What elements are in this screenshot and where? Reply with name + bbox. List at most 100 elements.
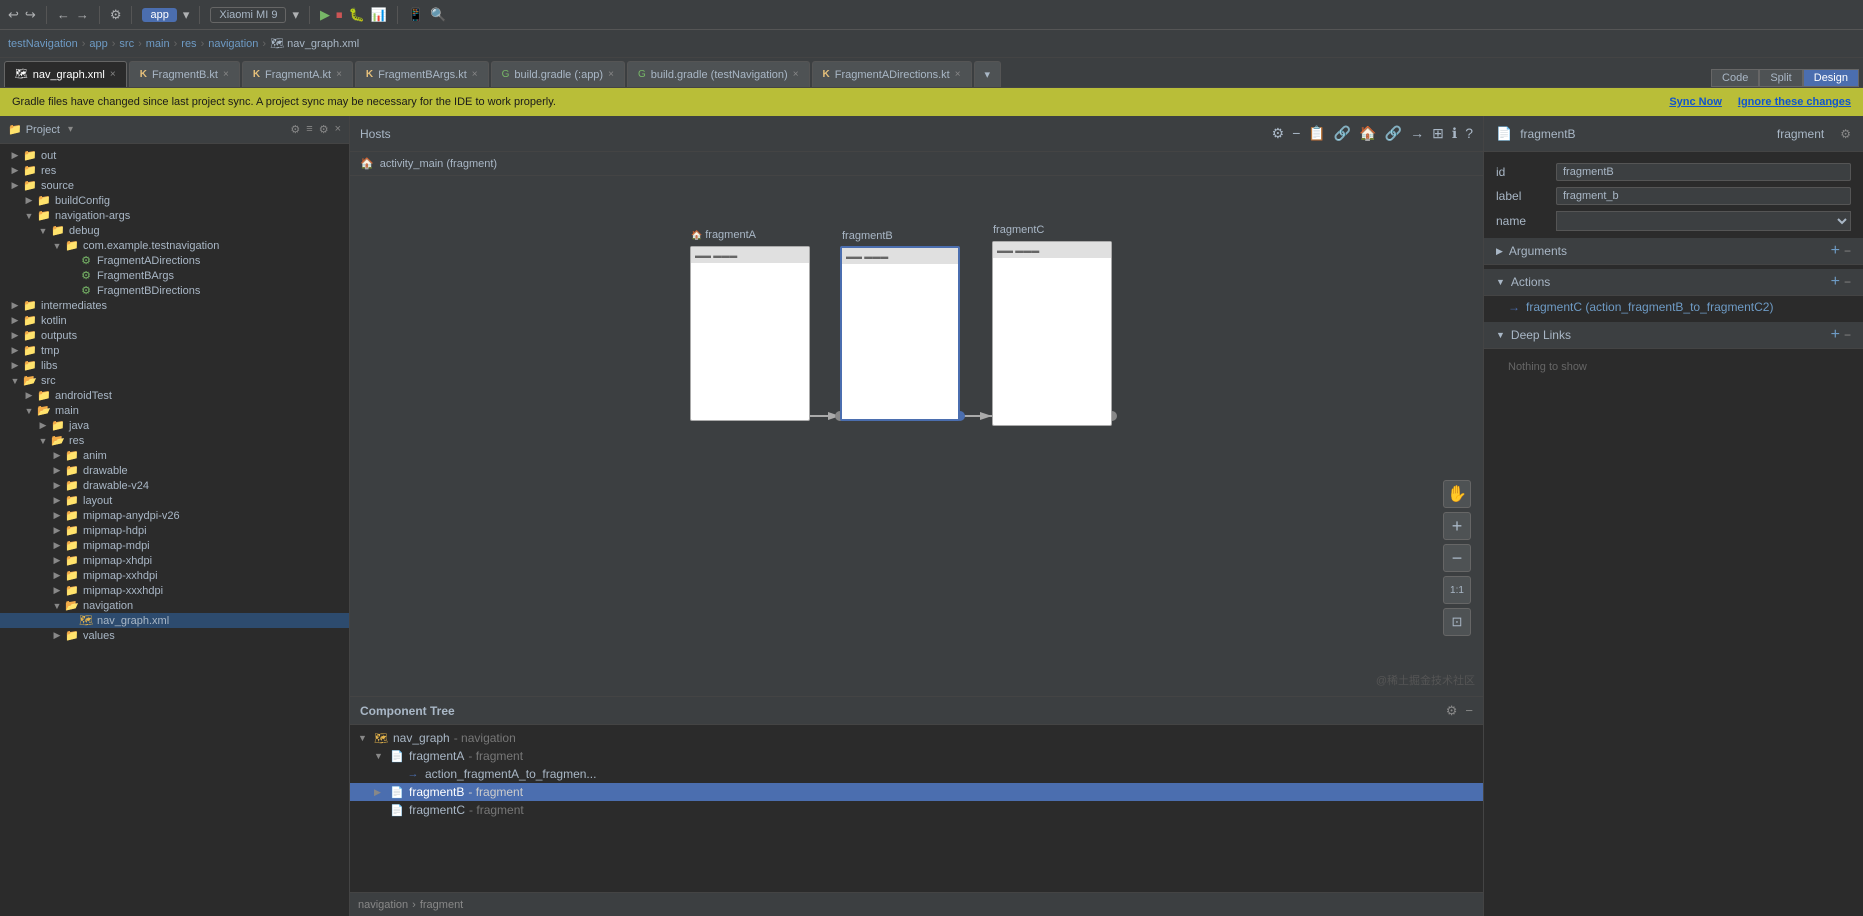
sidebar-item-main[interactable]: ▼ 📂 main [0, 403, 349, 418]
tab-build-nav[interactable]: G build.gradle (testNavigation) × [627, 61, 810, 87]
panel-minimize-icon[interactable]: − [1465, 703, 1473, 719]
toolbar-icon-2[interactable]: ↪ [25, 7, 36, 23]
attr-input-label[interactable] [1556, 187, 1851, 205]
canvas-expand-icon[interactable]: ⊞ [1432, 125, 1444, 142]
tab-close-fragmentA[interactable]: × [336, 69, 342, 80]
sidebar-item-fragmentBDirections[interactable]: ⚙ FragmentBDirections [0, 283, 349, 298]
fragment-node-B[interactable]: fragmentB ▬▬ ▬▬▬ [840, 246, 960, 421]
sidebar-item-mipmap-xhdpi[interactable]: ▶ 📁 mipmap-xhdpi [0, 553, 349, 568]
tab-fragmentB[interactable]: K FragmentB.kt × [129, 61, 240, 87]
sidebar-dropdown[interactable]: ▾ [68, 124, 73, 135]
toolbar-icon-chevron[interactable]: ▾ [183, 7, 190, 23]
sidebar-item-buildConfig[interactable]: ▶ 📁 buildConfig [0, 193, 349, 208]
device-manager-icon[interactable]: 📱 [408, 7, 424, 23]
sidebar-icon-gear2[interactable]: ≡ [306, 123, 312, 136]
sidebar-item-navigation[interactable]: ▼ 📂 navigation [0, 598, 349, 613]
search-icon[interactable]: 🔍 [430, 7, 446, 23]
fragment-node-C[interactable]: fragmentC ▬▬ ▬▬▬ [992, 241, 1112, 426]
tab-close-nav[interactable]: × [110, 69, 116, 80]
sidebar-item-kotlin[interactable]: ▶ 📁 kotlin [0, 313, 349, 328]
panel-settings-icon[interactable]: ⚙ [1446, 703, 1458, 719]
view-split-btn[interactable]: Split [1759, 69, 1802, 87]
sidebar-icon-settings[interactable]: ⚙ [319, 123, 329, 136]
sync-now-link[interactable]: Sync Now [1669, 96, 1722, 108]
device-badge[interactable]: Xiaomi MI 9 [210, 7, 286, 23]
canvas-arrow-icon[interactable]: → [1410, 125, 1424, 142]
canvas-home-icon[interactable]: 🏠 [1359, 125, 1376, 142]
sidebar-item-layout[interactable]: ▶ 📁 layout [0, 493, 349, 508]
view-design-btn[interactable]: Design [1803, 69, 1859, 87]
sidebar-item-mipmap-hdpi[interactable]: ▶ 📁 mipmap-hdpi [0, 523, 349, 538]
action-item-fragmentC[interactable]: → fragmentC (action_fragmentB_to_fragmen… [1484, 296, 1863, 318]
section-deep-links[interactable]: ▼ Deep Links + − [1484, 322, 1863, 349]
sidebar-item-libs[interactable]: ▶ 📁 libs [0, 358, 349, 373]
panel-item-fragmentC[interactable]: 📄 fragmentC - fragment [350, 801, 1483, 819]
sidebar-item-androidTest[interactable]: ▶ 📁 androidTest [0, 388, 349, 403]
panel-item-nav-graph[interactable]: ▼ 🗺 nav_graph - navigation [350, 729, 1483, 747]
sidebar-item-mipmap-anydpi[interactable]: ▶ 📁 mipmap-anydpi-v26 [0, 508, 349, 523]
zoom-plus-button[interactable]: + [1443, 512, 1471, 540]
attr-input-id[interactable] [1556, 163, 1851, 181]
sidebar-item-nav-args[interactable]: ▼ 📁 navigation-args [0, 208, 349, 223]
args-minus-button[interactable]: − [1844, 244, 1851, 258]
sidebar-item-fragmentADirections[interactable]: ⚙ FragmentADirections [0, 253, 349, 268]
breadcrumb-src[interactable]: src [119, 38, 134, 50]
zoom-reset-button[interactable]: 1:1 [1443, 576, 1471, 604]
section-actions[interactable]: ▼ Actions + − [1484, 269, 1863, 296]
device-chevron[interactable]: ▾ [292, 7, 299, 23]
attrs-settings-icon[interactable]: ⚙ [1840, 127, 1851, 141]
tab-build-app[interactable]: G build.gradle (:app) × [491, 61, 625, 87]
tab-close-build-app[interactable]: × [608, 69, 614, 80]
breadcrumb-res[interactable]: res [181, 38, 196, 50]
profile-button[interactable]: 📊 [371, 7, 387, 23]
toolbar-icon-gear[interactable]: ⚙ [110, 7, 122, 23]
tab-close-build-nav[interactable]: × [793, 69, 799, 80]
panel-item-fragmentB[interactable]: ▶ 📄 fragmentB - fragment [350, 783, 1483, 801]
sidebar-item-drawable-v24[interactable]: ▶ 📁 drawable-v24 [0, 478, 349, 493]
sidebar-item-nav-graph[interactable]: 🗺 nav_graph.xml [0, 613, 349, 628]
sidebar-item-mipmap-mdpi[interactable]: ▶ 📁 mipmap-mdpi [0, 538, 349, 553]
section-arguments[interactable]: ▶ Arguments + − [1484, 238, 1863, 265]
canvas-main[interactable]: 🏠fragmentA ▬▬ ▬▬▬ fragmentB ▬▬ ▬▬▬ fragm… [350, 176, 1483, 696]
ignore-link[interactable]: Ignore these changes [1738, 96, 1851, 108]
sidebar-item-drawable[interactable]: ▶ 📁 drawable [0, 463, 349, 478]
toolbar-icon-1[interactable]: ↩ [8, 7, 19, 23]
canvas-settings-icon[interactable]: ⚙ [1272, 125, 1285, 142]
toolbar-icon-4[interactable]: → [76, 7, 89, 22]
panel-item-fragmentA[interactable]: ▼ 📄 fragmentA - fragment [350, 747, 1483, 765]
zoom-fit-button[interactable]: ⊡ [1443, 608, 1471, 636]
deep-links-add-button[interactable]: + [1831, 326, 1840, 344]
sidebar-item-res-main[interactable]: ▼ 📂 res [0, 433, 349, 448]
app-badge[interactable]: app [142, 8, 176, 22]
run-button[interactable]: ▶ [320, 7, 330, 23]
canvas-link-icon[interactable]: 🔗 [1334, 125, 1351, 142]
toolbar-icon-3[interactable]: ← [57, 7, 70, 22]
sidebar-icon-cog[interactable]: ⚙ [290, 123, 300, 136]
debug-button[interactable]: 🐛 [348, 7, 364, 23]
tab-close-fragmentADirections[interactable]: × [955, 69, 961, 80]
tab-fragmentBArgs[interactable]: K FragmentBArgs.kt × [355, 61, 489, 87]
sidebar-icon-close[interactable]: × [335, 123, 341, 136]
tab-fragmentA[interactable]: K FragmentA.kt × [242, 61, 353, 87]
sidebar-item-fragmentBArgs[interactable]: ⚙ FragmentBArgs [0, 268, 349, 283]
canvas-help-icon[interactable]: ? [1465, 125, 1473, 142]
sidebar-item-mipmap-xxhdpi[interactable]: ▶ 📁 mipmap-xxhdpi [0, 568, 349, 583]
breadcrumb-file[interactable]: 🗺 nav_graph.xml [270, 37, 359, 50]
sidebar-item-anim[interactable]: ▶ 📁 anim [0, 448, 349, 463]
zoom-minus-button[interactable]: − [1443, 544, 1471, 572]
actions-add-button[interactable]: + [1831, 273, 1840, 291]
tab-fragmentADirections[interactable]: K FragmentADirections.kt × [812, 61, 972, 87]
breadcrumb-app[interactable]: app [89, 38, 107, 50]
panel-item-action-fragA[interactable]: → action_fragmentA_to_fragmen... [350, 765, 1483, 783]
canvas-collapse-icon[interactable]: − [1292, 125, 1300, 142]
sidebar-item-mipmap-xxxhdpi[interactable]: ▶ 📁 mipmap-xxxhdpi [0, 583, 349, 598]
tab-more[interactable]: ▾ [974, 61, 1002, 87]
canvas-info-icon[interactable]: ℹ [1452, 125, 1457, 142]
breadcrumb-main[interactable]: main [146, 38, 170, 50]
sidebar-item-out[interactable]: ▶ 📁 out [0, 148, 349, 163]
tab-close-fragmentBArgs[interactable]: × [472, 69, 478, 80]
fragment-node-A[interactable]: 🏠fragmentA ▬▬ ▬▬▬ [690, 246, 810, 421]
sidebar-item-values[interactable]: ▶ 📁 values [0, 628, 349, 643]
sidebar-item-java[interactable]: ▶ 📁 java [0, 418, 349, 433]
sidebar-item-debug[interactable]: ▼ 📁 debug [0, 223, 349, 238]
